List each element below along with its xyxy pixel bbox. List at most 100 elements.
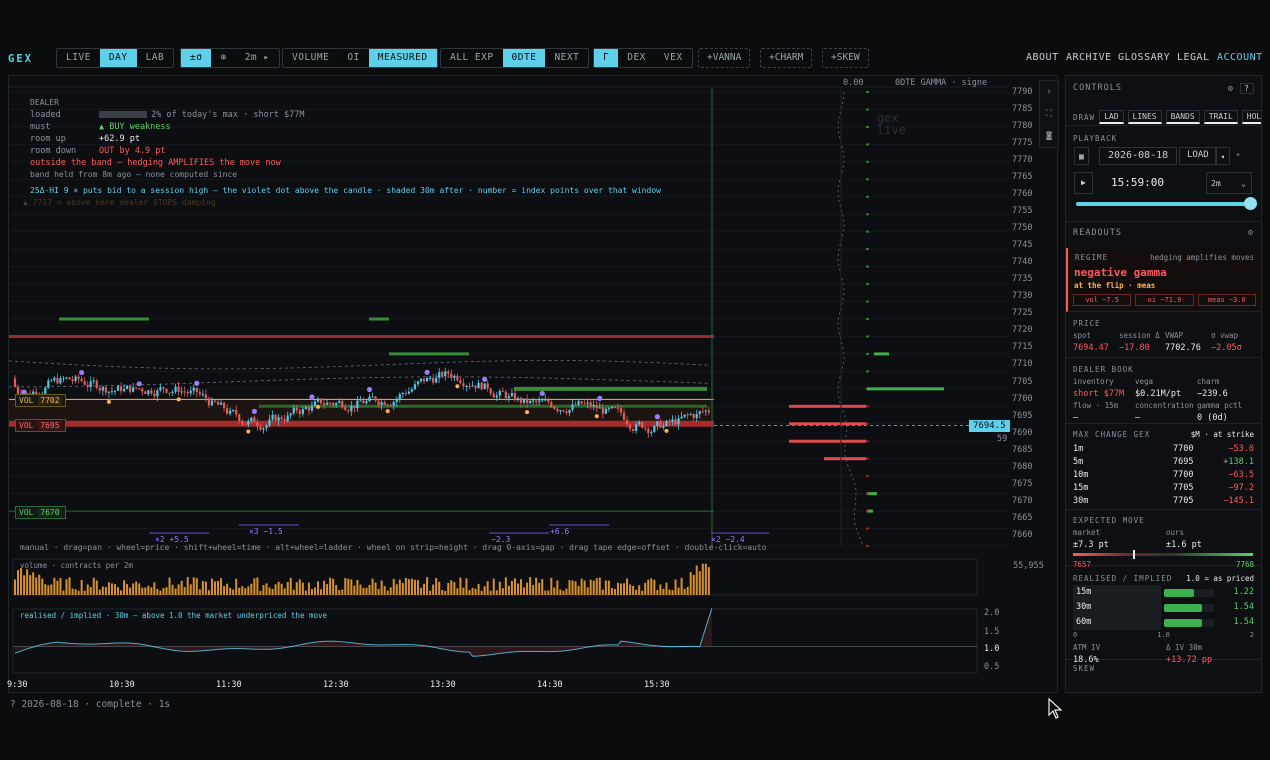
overlay-charm-button[interactable]: +CHARM	[760, 48, 813, 68]
expiry-0dte[interactable]: 0DTE	[502, 49, 546, 67]
candle	[504, 391, 507, 399]
price-chart[interactable]	[9, 76, 1059, 694]
mode-lab[interactable]: LAB	[137, 49, 174, 67]
candle	[268, 419, 271, 426]
gear-icon[interactable]: ⚙	[1228, 84, 1234, 94]
candle	[365, 401, 368, 404]
expiry-all[interactable]: ALL EXP	[441, 49, 503, 67]
volume-bar	[247, 586, 250, 595]
mode-day[interactable]: DAY	[99, 49, 137, 67]
volume-bar	[626, 578, 629, 595]
gamma-tick	[866, 143, 869, 146]
chart-panel[interactable]: 0.00 0DTE GAMMA · signe gex live DEALER l…	[7, 75, 1059, 694]
candle	[392, 402, 395, 406]
volume-bar	[262, 585, 265, 595]
fullscreen-icon[interactable]: ⛶	[1040, 103, 1058, 125]
greek-gamma[interactable]: Γ	[594, 49, 619, 67]
expected-move-bar	[1073, 553, 1253, 556]
flow-dot	[176, 397, 181, 402]
band-sigma-button[interactable]: ±σ	[181, 49, 212, 67]
source-measured[interactable]: MEASURED	[368, 49, 437, 67]
mode-live[interactable]: LIVE	[57, 49, 100, 67]
candle	[438, 372, 441, 378]
volume-bar	[271, 588, 274, 595]
candle	[201, 394, 204, 396]
regime-tag: vol −7.5	[1073, 294, 1132, 306]
playback-slider[interactable]	[1076, 202, 1252, 206]
candle	[447, 371, 450, 374]
greek-vex[interactable]: VEX	[655, 49, 692, 67]
skew-dot	[366, 386, 373, 393]
candle	[165, 388, 168, 393]
nav-about[interactable]: ABOUT	[1026, 52, 1059, 63]
band-globe-button[interactable]: ⊕	[211, 49, 235, 67]
date-input[interactable]: 2026-08-18	[1099, 147, 1178, 165]
play-button[interactable]: ▶	[1074, 172, 1093, 194]
volume-bar	[380, 580, 383, 595]
load-button[interactable]: LOAD	[1179, 147, 1217, 165]
interval-select[interactable]: 2m ⌄	[1206, 172, 1252, 194]
draw-lad[interactable]: LAD	[1099, 110, 1124, 124]
calendar-icon[interactable]: ▦	[1074, 147, 1089, 165]
candle	[610, 406, 614, 409]
gear-icon[interactable]: ⚙	[1248, 228, 1254, 238]
room-up-value: +62.9 pt	[99, 134, 140, 144]
volume-bar	[29, 575, 32, 595]
skew-dot	[194, 380, 200, 386]
slider-handle[interactable]	[1244, 197, 1257, 210]
nav-glossary[interactable]: GLOSSARY	[1118, 52, 1170, 63]
nav-legal[interactable]: LEGAL	[1177, 52, 1210, 63]
candle	[116, 386, 120, 391]
candle	[335, 403, 338, 405]
band-interval-button[interactable]: 2m ▸	[236, 49, 279, 67]
draw-lines[interactable]: LINES	[1127, 110, 1162, 124]
draw-trail[interactable]: TRAIL	[1203, 110, 1238, 124]
volume-bar	[610, 587, 613, 595]
candle	[150, 390, 153, 394]
candle	[229, 410, 232, 414]
gamma-tick	[866, 248, 869, 251]
next-day-icon[interactable]: ▸	[1236, 150, 1241, 160]
source-volume[interactable]: VOLUME	[283, 49, 338, 67]
x-tick-label: 13:30	[430, 680, 456, 690]
volume-bar	[692, 574, 695, 595]
expiry-next[interactable]: NEXT	[545, 49, 588, 67]
volume-bar	[368, 585, 371, 595]
candle	[519, 397, 523, 403]
candle	[235, 409, 238, 415]
gamma-bar	[789, 439, 866, 443]
ratio-tick: 1.0	[984, 644, 1000, 654]
candle	[16, 386, 20, 394]
flow-dot	[594, 414, 599, 419]
volume-bar	[20, 568, 23, 595]
nav-account[interactable]: ACCOUNT	[1217, 52, 1263, 63]
candle	[689, 414, 692, 416]
volume-bar	[462, 587, 465, 595]
draw-hold[interactable]: HOLD	[1241, 110, 1261, 124]
overlay-skew-button[interactable]: +SKEW	[822, 48, 869, 68]
candle	[122, 388, 126, 392]
candle	[410, 389, 414, 392]
spot-sub: 59	[997, 434, 1008, 444]
nav-archive[interactable]: ARCHIVE	[1066, 52, 1112, 63]
spot-price-tag: 7694.5	[969, 420, 1010, 432]
app-logo[interactable]: GEX	[8, 53, 33, 65]
volume-bar	[241, 586, 244, 595]
source-oi[interactable]: OI	[338, 49, 368, 67]
camera-icon[interactable]: ◙	[1040, 125, 1058, 147]
candle	[404, 392, 407, 394]
candle	[138, 388, 141, 390]
greek-dex[interactable]: DEX	[618, 49, 655, 67]
candle	[495, 395, 498, 398]
candle	[262, 428, 265, 430]
candle	[301, 409, 304, 415]
overlay-vanna-button[interactable]: +VANNA	[698, 48, 751, 68]
volume-bar	[168, 577, 171, 595]
volume-bar	[492, 578, 495, 595]
draw-bands[interactable]: BANDS	[1165, 110, 1200, 124]
volume-bar	[332, 578, 335, 595]
y-tick-label: 7680	[1012, 461, 1033, 472]
prev-day-icon[interactable]: ◂	[1215, 147, 1230, 165]
help-icon[interactable]: ?	[1240, 83, 1254, 94]
chevron-right-icon[interactable]: ›	[1040, 81, 1058, 103]
